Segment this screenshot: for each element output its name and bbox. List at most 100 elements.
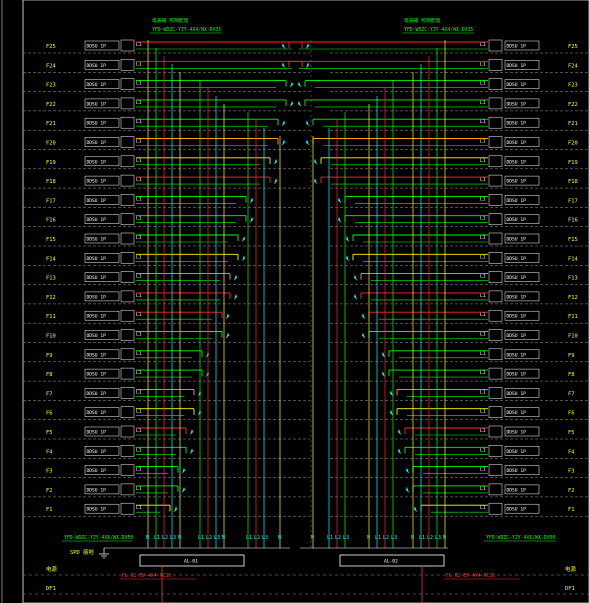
- node-mark-right: [382, 371, 385, 378]
- meter-box-left-text: DDSU 1P: [87, 391, 107, 397]
- breaker-left-label: L1: [136, 158, 142, 164]
- breaker-left-label: L1: [136, 139, 142, 145]
- meter-box-left-text: DDSU 1P: [87, 256, 107, 262]
- bus-label-right: N: [367, 535, 370, 541]
- breaker-right: [488, 97, 503, 110]
- meter-box-right-text: DDSU 1P: [507, 430, 527, 436]
- bus-label-left: L1: [246, 535, 252, 541]
- floor-label-right: F11: [568, 314, 578, 320]
- drawing-frame: [22, 0, 589, 603]
- floor-label-right: F1: [568, 507, 575, 513]
- floor-row: F3 F3 DDSU 1P L1 DDSU 1P L1: [23, 464, 589, 478]
- breaker-left-label: L1: [136, 409, 142, 415]
- meter-box-right-text: DDSU 1P: [507, 82, 527, 88]
- bus-label-right: N: [311, 535, 314, 541]
- top-left-title: 电表箱 照明配电: [152, 17, 189, 24]
- breaker-left: [120, 116, 135, 129]
- breaker-left-label: L1: [136, 447, 142, 453]
- breaker-left: [120, 194, 135, 206]
- grounding-note: SPD 接地: [70, 548, 94, 556]
- breaker-right-label: L1: [480, 312, 486, 318]
- breaker-right: [488, 271, 503, 283]
- meter-box-right-text: DDSU 1P: [507, 198, 527, 204]
- breaker-right: [488, 406, 503, 418]
- breaker-left: [120, 387, 135, 399]
- panel-right-label: AL-02: [384, 559, 398, 565]
- node-mark-left: [282, 139, 285, 146]
- meter-box-right-text: DDSU 1P: [507, 333, 527, 339]
- breaker-left: [120, 155, 135, 168]
- floor-label-left: F8: [46, 372, 53, 378]
- node-mark-right: [298, 81, 301, 88]
- breaker-left: [120, 271, 135, 283]
- panel-left-label: AL-01: [184, 559, 198, 565]
- floor-label-left: F21: [46, 121, 56, 127]
- breaker-right-label: L1: [480, 409, 486, 415]
- floor-label-right: F20: [568, 141, 578, 147]
- breaker-left-label: L1: [136, 332, 142, 338]
- node-mark-left: [182, 467, 185, 474]
- meter-box-left-text: DDSU 1P: [87, 275, 107, 281]
- meter-box-right-text: DDSU 1P: [507, 217, 527, 223]
- meter-box-left-text: DDSU 1P: [87, 140, 107, 146]
- node-mark-left: [206, 371, 209, 378]
- floor-label-left: F12: [46, 295, 56, 301]
- breaker-left-label: L1: [136, 293, 142, 299]
- node-mark-left: [174, 506, 177, 513]
- breaker-right-label: L1: [480, 447, 486, 453]
- breaker-right: [488, 329, 503, 341]
- ground-icon: [99, 548, 109, 559]
- breaker-right-label: L1: [480, 119, 486, 125]
- breaker-right: [488, 59, 503, 71]
- bus-label-left: L3: [170, 535, 176, 541]
- floor-row: F6 F6 DDSU 1P L1 DDSU 1P L1: [23, 406, 589, 420]
- node-mark-right: [282, 62, 285, 69]
- floor-label-right: F17: [568, 198, 578, 204]
- meter-box-left-text: DDSU 1P: [87, 198, 107, 204]
- meter-box-right-text: DDSU 1P: [507, 256, 527, 262]
- floor-row: F17 F17 DDSU 1P L1 DDSU 1P L1: [23, 194, 589, 208]
- meter-box-left-text: DDSU 1P: [87, 372, 107, 378]
- floor-label-left: F3: [46, 469, 53, 475]
- floor-row: F14 F14 DDSU 1P L1 DDSU 1P L1: [23, 252, 589, 266]
- node-mark-right: [298, 100, 301, 107]
- floor-label-left: F23: [46, 83, 56, 89]
- breaker-right-label: L1: [480, 351, 486, 357]
- breaker-right: [488, 290, 503, 303]
- top-right-title: 电表箱 照明配电: [404, 17, 441, 24]
- node-mark-left: [198, 409, 201, 416]
- floor-label-right: F14: [568, 256, 578, 262]
- feeder-left-label: FL-01 BV-4X4-PC25: [122, 573, 171, 579]
- floor-label-right: F15: [568, 237, 578, 243]
- floor-label-right: F7: [568, 391, 575, 397]
- node-mark-right: [282, 43, 285, 49]
- breaker-right-label: L1: [480, 428, 486, 434]
- node-mark-left: [306, 43, 309, 49]
- node-mark-right: [398, 429, 401, 435]
- breaker-right: [488, 78, 503, 90]
- breaker-left: [120, 348, 135, 361]
- floor-row: F11 F11 DDSU 1P L1 DDSU 1P L1: [23, 309, 589, 324]
- bus-label-right: L2: [383, 535, 389, 541]
- top-left-riser-spec: YFD-WDZC-YJY-4X4/WX-DX35: [152, 27, 221, 33]
- breaker-left: [120, 502, 135, 515]
- floor-label-left: F4: [46, 449, 53, 455]
- bus-label-right: N: [411, 535, 414, 541]
- node-mark-right: [362, 332, 365, 339]
- bottom-left-label-1: 电源: [46, 565, 57, 573]
- meter-box-left-text: DDSU 1P: [87, 237, 107, 243]
- node-mark-left: [242, 255, 245, 262]
- node-mark-left: [290, 81, 293, 88]
- breaker-left-label: L1: [136, 100, 142, 106]
- breaker-right-label: L1: [480, 293, 486, 299]
- node-mark-left: [274, 158, 277, 165]
- floor-label-right: F5: [568, 430, 575, 436]
- meter-box-left-text: DDSU 1P: [87, 217, 107, 223]
- meter-box-left-text: DDSU 1P: [87, 179, 107, 185]
- electrical-riser-diagram: 电表箱 照明配电 YFD-WDZC-YJY-4X4/WX-DX35 电表箱 照明…: [1, 0, 589, 603]
- bus-label-left: L2: [254, 535, 260, 541]
- breaker-right: [488, 39, 503, 52]
- meter-box-left-text: DDSU 1P: [87, 507, 107, 513]
- node-mark-left: [250, 216, 253, 223]
- meter-box-right-text: DDSU 1P: [507, 391, 527, 397]
